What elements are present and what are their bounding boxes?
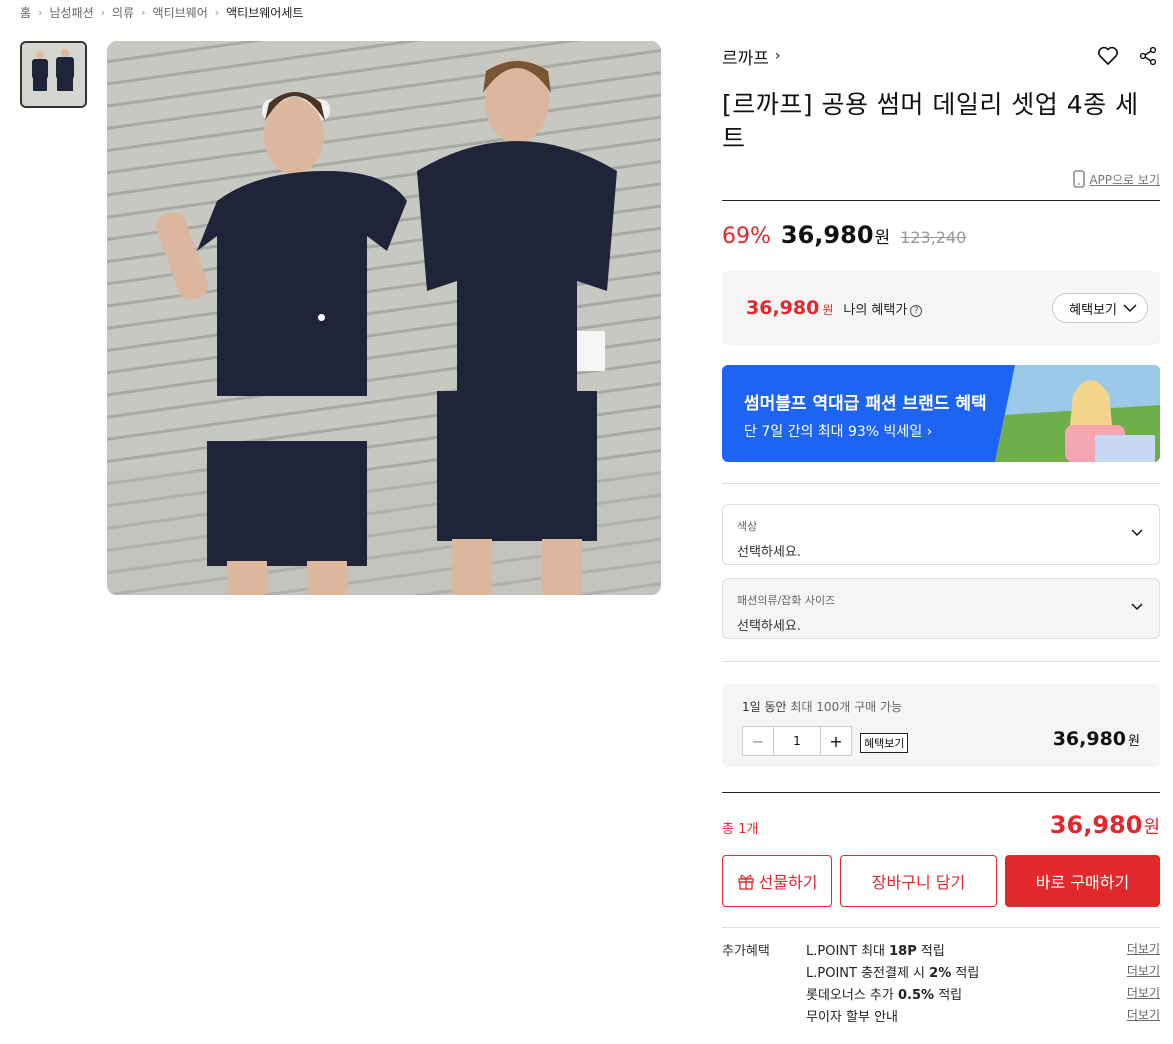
brand-link[interactable]: 르까프 › (722, 44, 781, 69)
benefit-highlight: 0.5% (898, 988, 935, 1003)
question-icon[interactable]: ? (910, 305, 923, 317)
purchase-limit: 1일 동안 최대 100개 구매 가능 (742, 698, 1140, 715)
extra-benefit-row: 무이자 할부 안내 더보기 (806, 1006, 1160, 1028)
benefit-label-text: 나의 혜택가 (843, 303, 908, 318)
breadcrumb-current[interactable]: 액티브웨어세트 (226, 4, 303, 21)
divider (722, 661, 1160, 662)
gift-label: 선물하기 (758, 873, 818, 892)
benefit-text: 적립 (934, 988, 963, 1003)
currency-unit: 원 (822, 303, 834, 317)
price-row: 69% 36,980 원 123,240 (722, 221, 1160, 249)
color-select[interactable]: 색상 선택하세요. (722, 504, 1160, 565)
extra-benefits: 추가혜택 L.POINT 최대 18P 적립 더보기 L.POINT 충전결제 … (722, 940, 1160, 1028)
chevron-right-icon: › (141, 6, 146, 19)
share-icon[interactable] (1136, 44, 1160, 68)
total-price: 36,980원 (1050, 811, 1160, 839)
benefit-text: 롯데오너스 추가 (806, 988, 898, 1003)
original-price: 123,240 (900, 228, 967, 247)
extra-benefit-row: L.POINT 최대 18P 적립 더보기 (806, 940, 1160, 962)
sale-price: 36,980 (780, 221, 874, 249)
banner-title: 썸머블프 역대급 패션 브랜드 혜택 (744, 394, 987, 414)
breadcrumb: 홈 › 남성패션 › 의류 › 액티브웨어 › 액티브웨어세트 (20, 4, 303, 21)
divider (722, 927, 1160, 928)
breadcrumb-category-activewear[interactable]: 액티브웨어 (153, 4, 208, 21)
breadcrumb-category-men[interactable]: 남성패션 (49, 4, 93, 21)
quantity-value[interactable]: 1 (773, 727, 821, 755)
banner-model-image (995, 365, 1160, 462)
product-info-panel: 르까프 › [르까프] 공용 썸머 데일리 셋업 4종 세트 APP으로 보기 … (722, 40, 1160, 1028)
extra-benefit-row: 롯데오너스 추가 0.5% 적립 더보기 (806, 984, 1160, 1006)
limit-suffix: 구매 가능 (854, 700, 903, 714)
app-view-label: APP으로 보기 (1089, 172, 1160, 187)
quantity-benefit-button[interactable]: 혜택보기 (860, 733, 909, 753)
chevron-down-icon (1123, 303, 1137, 312)
total-price-value: 36,980 (1049, 811, 1143, 839)
benefit-highlight: 18P (889, 944, 917, 959)
benefit-text: 적립 (951, 966, 980, 981)
extra-benefits-label: 추가혜택 (722, 944, 770, 959)
wishlist-heart-icon[interactable] (1096, 44, 1120, 68)
more-link[interactable]: 더보기 (1127, 984, 1160, 1006)
more-link[interactable]: 더보기 (1127, 940, 1160, 962)
divider (722, 792, 1160, 793)
currency-unit: 원 (1128, 734, 1140, 749)
view-benefit-button[interactable]: 혜택보기 (1052, 293, 1148, 323)
quantity-box: 1일 동안 최대 100개 구매 가능 − 1 + 혜택보기 36,980 원 (722, 684, 1160, 767)
promo-banner[interactable]: 썸머블프 역대급 패션 브랜드 혜택 단 7일 간의 최대 93% 빅세일 › (722, 365, 1160, 462)
breadcrumb-home[interactable]: 홈 (20, 4, 31, 21)
benefit-text: L.POINT 최대 (806, 944, 890, 959)
divider (722, 483, 1160, 484)
action-buttons: 선물하기 장바구니 담기 바로 구매하기 (722, 855, 1160, 907)
gift-button[interactable]: 선물하기 (722, 855, 832, 907)
size-select-value: 선택하세요. (737, 619, 801, 634)
product-main-image[interactable] (107, 41, 661, 595)
benefit-text: 무이자 할부 안내 (806, 1010, 898, 1025)
image-indicator-dot (318, 314, 325, 321)
product-title: [르까프] 공용 썸머 데일리 셋업 4종 세트 (722, 90, 1139, 153)
benefit-text: L.POINT 충전결제 시 (806, 966, 930, 981)
item-price-value: 36,980 (1052, 728, 1127, 750)
size-select-label: 패션의류/잡화 사이즈 (737, 594, 836, 607)
benefit-text: 적립 (916, 944, 945, 959)
app-view-link[interactable]: APP으로 보기 (722, 170, 1160, 188)
currency-unit: 원 (874, 228, 891, 248)
chevron-down-icon (1131, 529, 1143, 537)
quantity-increase-button[interactable]: + (821, 727, 851, 755)
benefit-label: 나의 혜택가? (843, 299, 923, 318)
breadcrumb-category-clothing[interactable]: 의류 (112, 4, 134, 21)
divider (722, 200, 1160, 201)
chevron-down-icon (1131, 603, 1143, 611)
more-link[interactable]: 더보기 (1127, 1006, 1160, 1028)
benefit-price: 36,980 (746, 297, 820, 319)
chevron-right-icon: › (100, 6, 106, 19)
chevron-right-icon: › (774, 48, 781, 64)
banner-subtitle: 단 7일 간의 최대 93% 빅세일 › (744, 424, 933, 440)
currency-unit: 원 (1143, 817, 1160, 838)
size-select[interactable]: 패션의류/잡화 사이즈 선택하세요. (722, 578, 1160, 639)
gift-icon (737, 874, 754, 890)
total-count: 총 1개 (722, 822, 759, 837)
buy-now-button[interactable]: 바로 구매하기 (1005, 855, 1160, 907)
extra-benefit-row: L.POINT 충전결제 시 2% 적립 더보기 (806, 962, 1160, 984)
brand-name: 르까프 (722, 48, 769, 69)
color-select-label: 색상 (737, 520, 758, 533)
discount-rate: 69% (722, 224, 771, 249)
more-link[interactable]: 더보기 (1127, 962, 1160, 984)
quantity-decrease-button[interactable]: − (743, 727, 773, 755)
view-benefit-label: 혜택보기 (1069, 302, 1117, 318)
chevron-right-icon: › (214, 6, 220, 19)
total-row: 총 1개 36,980원 (722, 811, 1160, 839)
product-thumbnail[interactable] (20, 41, 87, 108)
add-to-cart-button[interactable]: 장바구니 담기 (840, 855, 997, 907)
item-price: 36,980 원 (1053, 728, 1140, 750)
color-select-value: 선택하세요. (737, 545, 801, 560)
benefit-highlight: 2% (929, 966, 952, 981)
mobile-phone-icon (1073, 170, 1085, 188)
limit-max: 최대 100개 (790, 700, 851, 714)
limit-prefix: 1일 동안 (742, 700, 787, 714)
chevron-right-icon: › (38, 6, 43, 19)
quantity-stepper: − 1 + (742, 726, 852, 756)
my-benefit-box: 36,980 원 나의 혜택가? 혜택보기 (722, 271, 1160, 345)
